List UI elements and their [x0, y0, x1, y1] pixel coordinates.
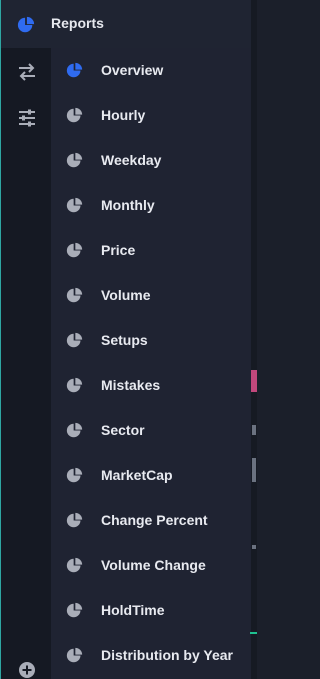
app-root: Reports Overview Hourly Weekday Monthly …: [0, 0, 257, 679]
pie-chart-icon: [66, 197, 83, 213]
pie-chart-icon: [66, 512, 83, 528]
pie-chart-icon: [66, 422, 83, 438]
menu-item-label: HoldTime: [101, 602, 165, 618]
sliders-icon[interactable]: [17, 108, 37, 128]
icon-rail: [1, 0, 51, 679]
menu-item-label: Distribution by Year: [101, 647, 233, 663]
reports-title: Reports: [51, 15, 104, 31]
menu-item-monthly[interactable]: Monthly: [51, 183, 251, 228]
background-mark: [252, 545, 256, 549]
menu-item-label: Hourly: [101, 107, 146, 123]
background-bar-pink: [251, 370, 257, 392]
menu-item-label: Price: [101, 242, 136, 258]
pie-chart-icon: [66, 332, 83, 348]
menu-item-label: Monthly: [101, 197, 155, 213]
menu-item-price[interactable]: Price: [51, 228, 251, 273]
background-line-green: [250, 632, 257, 634]
background-content-strip: [251, 0, 257, 679]
pie-chart-icon: [66, 602, 83, 618]
pie-chart-icon: [66, 647, 83, 663]
pie-chart-icon: [66, 242, 83, 258]
pie-chart-icon: [66, 107, 83, 123]
menu-item-mistakes[interactable]: Mistakes: [51, 363, 251, 408]
pie-chart-icon: [66, 557, 83, 573]
menu-item-overview[interactable]: Overview: [51, 48, 251, 93]
swap-arrows-icon[interactable]: [17, 62, 37, 82]
menu-item-weekday[interactable]: Weekday: [51, 138, 251, 183]
reports-menu: Overview Hourly Weekday Monthly Price Vo…: [51, 48, 251, 678]
menu-item-hourly[interactable]: Hourly: [51, 93, 251, 138]
pie-chart-icon: [66, 287, 83, 303]
background-mark: [252, 425, 256, 435]
menu-item-label: Weekday: [101, 152, 162, 168]
background-mark: [252, 458, 256, 482]
menu-item-volume-change[interactable]: Volume Change: [51, 543, 251, 588]
menu-item-change-percent[interactable]: Change Percent: [51, 498, 251, 543]
menu-item-label: Volume: [101, 287, 151, 303]
menu-item-sector[interactable]: Sector: [51, 408, 251, 453]
menu-item-label: Change Percent: [101, 512, 208, 528]
pie-chart-icon: [66, 62, 83, 78]
menu-item-label: Sector: [101, 422, 145, 438]
pie-chart-icon: [66, 467, 83, 483]
pie-chart-icon: [66, 152, 83, 168]
menu-item-label: Setups: [101, 332, 148, 348]
menu-item-label: Overview: [101, 62, 164, 78]
menu-item-setups[interactable]: Setups: [51, 318, 251, 363]
menu-item-marketcap[interactable]: MarketCap: [51, 453, 251, 498]
reports-pie-chart-icon[interactable]: [17, 16, 35, 34]
menu-item-label: Mistakes: [101, 377, 161, 393]
menu-item-label: Volume Change: [101, 557, 206, 573]
menu-item-distribution-by-year[interactable]: Distribution by Year: [51, 633, 251, 678]
menu-item-holdtime[interactable]: HoldTime: [51, 588, 251, 633]
pie-chart-icon: [66, 377, 83, 393]
menu-item-volume[interactable]: Volume: [51, 273, 251, 318]
add-circle-icon[interactable]: [19, 662, 35, 678]
menu-item-label: MarketCap: [101, 467, 173, 483]
